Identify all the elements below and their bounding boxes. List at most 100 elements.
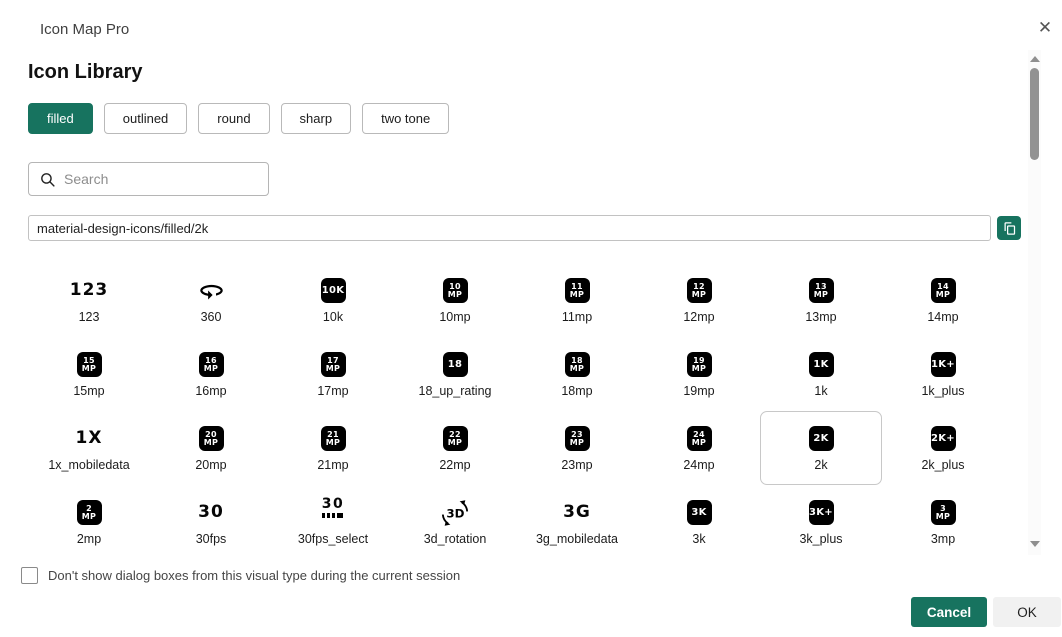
search-icon xyxy=(39,171,56,188)
16mp-icon: 16MP xyxy=(199,349,224,380)
icon-label: 11mp xyxy=(562,310,592,324)
123-icon: 123 xyxy=(70,275,109,306)
30fps-icon: 30 xyxy=(198,497,224,528)
icon-label: 20mp xyxy=(195,458,226,472)
icon-item-1k_plus[interactable]: 1K+1k_plus xyxy=(882,337,1004,411)
icon-label: 1k xyxy=(814,384,827,398)
icon-item-20mp[interactable]: 20MP20mp xyxy=(150,411,272,485)
icon-item-10k[interactable]: 10K10k xyxy=(272,263,394,337)
icon-label: 22mp xyxy=(439,458,470,472)
18_up_rating-icon: 18 xyxy=(443,349,468,380)
icon-label: 2mp xyxy=(77,532,101,546)
icon-item-24mp[interactable]: 24MP24mp xyxy=(638,411,760,485)
2mp-icon: 2MP xyxy=(77,497,102,528)
icon-label: 16mp xyxy=(195,384,226,398)
scrollbar-thumb[interactable] xyxy=(1030,68,1039,160)
icon-item-18_up_rating[interactable]: 1818_up_rating xyxy=(394,337,516,411)
scroll-up-icon[interactable] xyxy=(1030,56,1040,62)
icon-label: 2k xyxy=(814,458,827,472)
22mp-icon: 22MP xyxy=(443,423,468,454)
icon-item-3d_rotation[interactable]: 3D3d_rotation xyxy=(394,485,516,559)
ok-button[interactable]: OK xyxy=(993,597,1061,627)
icon-item-2k_plus[interactable]: 2K+ 2k_plus xyxy=(882,411,1004,485)
icon-label: 123 xyxy=(79,310,100,324)
17mp-icon: 17MP xyxy=(321,349,346,380)
icon-item-16mp[interactable]: 16MP 16mp xyxy=(150,337,272,411)
dont-show-checkbox[interactable] xyxy=(21,567,38,584)
style-chip-two-tone[interactable]: two tone xyxy=(362,103,449,134)
icon-label: 10k xyxy=(323,310,343,324)
scrollbar[interactable] xyxy=(1028,50,1041,555)
30fps_select-icon: 30 xyxy=(322,497,344,528)
13mp-icon: 13MP xyxy=(809,275,834,306)
10mp-icon: 10MP xyxy=(443,275,468,306)
icon-item-3mp[interactable]: 3MP3mp xyxy=(882,485,1004,559)
icon-item-22mp[interactable]: 22MP 22mp xyxy=(394,411,516,485)
icon-item-1k[interactable]: 1K1k xyxy=(760,337,882,411)
icon-item-3k_plus[interactable]: 3K+ 3k_plus xyxy=(760,485,882,559)
icon-label: 3k_plus xyxy=(799,532,842,546)
icon-label: 30fps xyxy=(196,532,227,546)
19mp-icon: 19MP xyxy=(687,349,712,380)
icon-item-3g_mobiledata[interactable]: 3G 3g_mobiledata xyxy=(516,485,638,559)
icon-item-18mp[interactable]: 18MP 18mp xyxy=(516,337,638,411)
10k-icon: 10K xyxy=(321,275,346,306)
icon-grid: 12312336010K10k10MP10mp11MP11mp12MP12mp1… xyxy=(28,263,1004,559)
icon-item-17mp[interactable]: 17MP 17mp xyxy=(272,337,394,411)
page-title: Icon Library xyxy=(28,61,142,84)
search-box[interactable] xyxy=(28,162,269,196)
3k_plus-icon: 3K+ xyxy=(809,497,834,528)
icon-label: 1x_mobiledata xyxy=(48,458,129,472)
icon-label: 14mp xyxy=(927,310,958,324)
search-input[interactable] xyxy=(64,171,258,187)
style-chip-round[interactable]: round xyxy=(198,103,269,134)
icon-item-10mp[interactable]: 10MP 10mp xyxy=(394,263,516,337)
icon-label: 10mp xyxy=(439,310,470,324)
icon-item-3k[interactable]: 3K3k xyxy=(638,485,760,559)
icon-label: 3mp xyxy=(931,532,955,546)
icon-label: 15mp xyxy=(73,384,104,398)
3g_mobiledata-icon: 3G xyxy=(563,497,591,528)
icon-label: 13mp xyxy=(805,310,836,324)
21mp-icon: 21MP xyxy=(321,423,346,454)
icon-label: 23mp xyxy=(561,458,592,472)
icon-path-input[interactable] xyxy=(28,215,991,241)
icon-item-21mp[interactable]: 21MP21mp xyxy=(272,411,394,485)
style-chip-sharp[interactable]: sharp xyxy=(281,103,352,134)
icon-item-23mp[interactable]: 23MP 23mp xyxy=(516,411,638,485)
icon-label: 3g_mobiledata xyxy=(536,532,618,546)
scroll-down-icon[interactable] xyxy=(1030,541,1040,547)
cancel-button[interactable]: Cancel xyxy=(911,597,987,627)
3mp-icon: 3MP xyxy=(931,497,956,528)
icon-label: 2k_plus xyxy=(921,458,964,472)
1x_mobiledata-icon: 1X xyxy=(76,423,103,454)
close-icon[interactable]: ✕ xyxy=(1033,16,1057,40)
23mp-icon: 23MP xyxy=(565,423,590,454)
18mp-icon: 18MP xyxy=(565,349,590,380)
icon-item-13mp[interactable]: 13MP 13mp xyxy=(760,263,882,337)
style-chip-filled[interactable]: filled xyxy=(28,103,93,134)
icon-item-2mp[interactable]: 2MP2mp xyxy=(28,485,150,559)
icon-label: 360 xyxy=(201,310,222,324)
style-filter-group: filled outlined round sharp two tone xyxy=(28,103,449,134)
copy-path-button[interactable] xyxy=(997,216,1021,240)
icon-item-2k[interactable]: 2K2k xyxy=(760,411,882,485)
1k-icon: 1K xyxy=(809,349,834,380)
icon-item-360[interactable]: 360 xyxy=(150,263,272,337)
icon-item-14mp[interactable]: 14MP 14mp xyxy=(882,263,1004,337)
icon-item-1x_mobiledata[interactable]: 1X 1x_mobiledata xyxy=(28,411,150,485)
style-chip-outlined[interactable]: outlined xyxy=(104,103,188,134)
icon-item-19mp[interactable]: 19MP19mp xyxy=(638,337,760,411)
icon-label: 18mp xyxy=(561,384,592,398)
icon-item-30fps[interactable]: 30 30fps xyxy=(150,485,272,559)
2k_plus-icon: 2K+ xyxy=(931,423,956,454)
icon-item-12mp[interactable]: 12MP12mp xyxy=(638,263,760,337)
icon-item-123[interactable]: 123123 xyxy=(28,263,150,337)
icon-item-30fps_select[interactable]: 3030fps_select xyxy=(272,485,394,559)
icon-item-11mp[interactable]: 11MP11mp xyxy=(516,263,638,337)
dont-show-label: Don't show dialog boxes from this visual… xyxy=(48,568,460,583)
icon-item-15mp[interactable]: 15MP15mp xyxy=(28,337,150,411)
icon-label: 17mp xyxy=(317,384,348,398)
14mp-icon: 14MP xyxy=(931,275,956,306)
icon-label: 3k xyxy=(692,532,705,546)
